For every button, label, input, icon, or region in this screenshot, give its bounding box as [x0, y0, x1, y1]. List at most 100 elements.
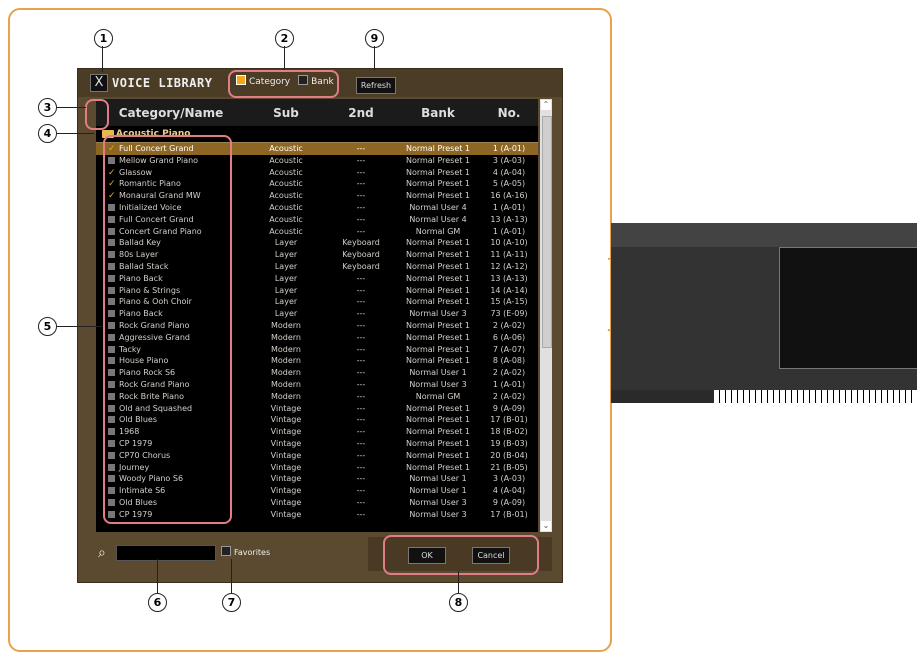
bank-cell: Normal Preset 1	[405, 144, 471, 153]
bank-cell: Normal Preset 1	[405, 167, 471, 177]
bank-cell: Normal GM	[415, 391, 461, 401]
sub-cell: Layer	[274, 238, 298, 248]
vertical-scrollbar[interactable]: ⌃ ⌄	[540, 99, 552, 532]
sub-cell: Acoustic	[269, 226, 303, 236]
sub-cell: Modern	[270, 391, 301, 401]
second-cell: Keyboard	[342, 250, 380, 260]
callout-box-2	[228, 70, 339, 98]
second-cell: ---	[356, 462, 366, 472]
second-cell: ---	[356, 320, 366, 330]
callout-number: 1	[94, 29, 113, 48]
second-cell: ---	[356, 191, 366, 201]
number-cell: 73 (E-09)	[490, 309, 528, 319]
second-cell: ---	[356, 450, 366, 460]
bank-cell: Normal Preset 1	[405, 261, 471, 271]
bank-cell: Normal User 1	[409, 368, 467, 378]
sub-cell: Acoustic	[269, 167, 303, 177]
second-cell: ---	[356, 202, 366, 212]
close-button[interactable]: X	[90, 74, 108, 92]
bank-cell: Normal Preset 1	[405, 332, 471, 342]
callout-number: 8	[449, 593, 468, 612]
callout-number: 3	[38, 98, 57, 117]
number-cell: 13 (A-13)	[490, 214, 528, 224]
second-cell: ---	[356, 497, 366, 507]
favorites-checkbox[interactable]	[221, 546, 231, 556]
sub-cell: Acoustic	[269, 191, 303, 201]
number-cell: 2 (A-02)	[492, 391, 526, 401]
callout-box-8	[383, 535, 539, 575]
voice-library-thumbnail	[779, 247, 917, 369]
sub-cell: Layer	[274, 285, 298, 295]
sub-cell: Layer	[274, 261, 298, 271]
number-cell: 1 (A-01)	[492, 226, 526, 236]
second-cell: Keyboard	[342, 261, 380, 271]
number-cell: 4 (A-04)	[492, 167, 526, 177]
sub-cell: Modern	[270, 344, 301, 354]
bank-cell: Normal User 4	[409, 202, 467, 212]
favorites-filter[interactable]: Favorites	[221, 546, 270, 557]
callout-line	[458, 571, 459, 593]
column-sub[interactable]: Sub	[246, 106, 326, 120]
bank-cell: Normal Preset 1	[405, 179, 471, 189]
bank-cell: Normal User 3	[409, 497, 467, 507]
bank-cell: Normal User 1	[409, 486, 467, 496]
bank-cell: Normal Preset 1	[405, 191, 471, 201]
number-cell: 12 (A-12)	[490, 261, 528, 271]
column-category-name[interactable]: Category/Name	[96, 106, 246, 120]
column-headers: Category/Name Sub 2nd Bank No.	[96, 99, 538, 126]
window-title: VOICE LIBRARY	[112, 76, 213, 90]
second-cell: ---	[356, 344, 366, 354]
number-cell: 6 (A-06)	[492, 332, 526, 342]
callout-line	[56, 107, 86, 108]
column-number[interactable]: No.	[480, 106, 538, 120]
second-cell: ---	[356, 332, 366, 342]
sub-cell: Layer	[274, 250, 298, 260]
sub-cell: Vintage	[270, 450, 302, 460]
number-cell: 10 (A-10)	[490, 238, 528, 248]
second-cell: ---	[356, 144, 366, 153]
sub-cell: Acoustic	[269, 202, 303, 212]
number-cell: 14 (A-14)	[490, 285, 528, 295]
callout-box-5	[103, 135, 232, 524]
number-cell: 1 (A-01)	[492, 202, 526, 212]
second-cell: ---	[356, 214, 366, 224]
search-icon: ⌕	[98, 545, 106, 561]
sub-cell: Acoustic	[269, 179, 303, 189]
callout-line	[157, 559, 158, 593]
sub-cell: Vintage	[270, 509, 302, 519]
second-cell: ---	[356, 368, 366, 378]
bank-cell: Normal User 3	[409, 509, 467, 519]
callout-number: 4	[38, 124, 57, 143]
sub-cell: Layer	[274, 309, 298, 319]
bank-cell: Normal User 4	[409, 214, 467, 224]
second-cell: ---	[356, 179, 366, 189]
second-cell: ---	[356, 297, 366, 307]
editor-toolbar	[611, 223, 917, 247]
refresh-button[interactable]: Refresh	[356, 77, 396, 94]
scroll-up-button[interactable]: ⌃	[541, 100, 551, 110]
column-bank[interactable]: Bank	[396, 106, 480, 120]
number-cell: 19 (B-03)	[490, 438, 528, 448]
sub-cell: Vintage	[270, 462, 302, 472]
second-cell: ---	[356, 309, 366, 319]
number-cell: 17 (B-01)	[490, 509, 528, 519]
number-cell: 3 (A-03)	[492, 474, 526, 484]
scroll-down-button[interactable]: ⌄	[541, 521, 551, 531]
bank-cell: Normal Preset 1	[405, 438, 471, 448]
callout-line	[374, 46, 375, 70]
bank-cell: Normal Preset 1	[405, 344, 471, 354]
number-cell: 2 (A-02)	[492, 320, 526, 330]
sub-cell: Vintage	[270, 415, 302, 425]
number-cell: 17 (B-01)	[490, 415, 528, 425]
number-cell: 3 (A-03)	[492, 155, 526, 165]
scroll-thumb[interactable]	[542, 116, 552, 348]
sub-cell: Vintage	[270, 486, 302, 496]
sub-cell: Modern	[270, 379, 301, 389]
second-cell: ---	[356, 391, 366, 401]
second-cell: ---	[356, 509, 366, 519]
column-2nd[interactable]: 2nd	[326, 106, 396, 120]
search-input[interactable]	[116, 545, 216, 561]
callout-number: 5	[38, 317, 57, 336]
number-cell: 13 (A-13)	[490, 273, 528, 283]
bank-cell: Normal Preset 1	[405, 155, 471, 165]
